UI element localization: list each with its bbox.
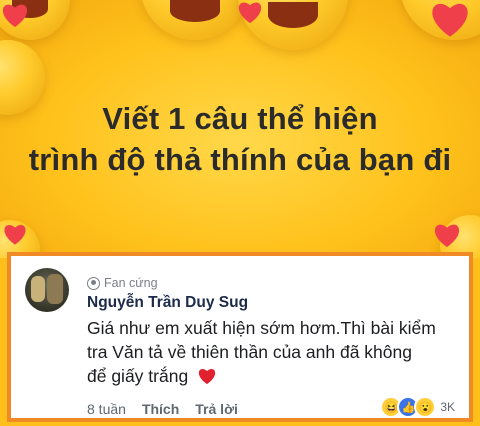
wow-icon: 😮 bbox=[414, 396, 437, 418]
heart-top-left-icon bbox=[2, 4, 28, 28]
heart-top-center-icon bbox=[238, 2, 262, 24]
comment-line-2: tra Văn tả về thiên thần của anh đã khôn… bbox=[87, 342, 412, 362]
comment-line-3-row: để giấy trắng bbox=[87, 364, 457, 388]
comment-text: Giá như em xuất hiện sớm hơm.Thì bài kiể… bbox=[87, 316, 457, 388]
banner-line-1: Viết 1 câu thể hiện bbox=[102, 101, 378, 136]
comment-time[interactable]: 8 tuần bbox=[87, 401, 126, 417]
comment-panel: Fan cứng Nguyễn Trần Duy Sug Giá như em … bbox=[7, 252, 473, 422]
comment-line-1: Giá như em xuất hiện sớm hơm.Thì bài kiể… bbox=[87, 318, 436, 338]
emoji-top-center-icon bbox=[140, 0, 250, 40]
red-heart-icon bbox=[198, 369, 216, 385]
comment-line-3: để giấy trắng bbox=[87, 366, 189, 386]
banner-headline: Viết 1 câu thể hiện trình độ thả thính c… bbox=[0, 98, 480, 180]
banner-line-2: trình độ thả thính của bạn đi bbox=[28, 142, 452, 177]
reply-button[interactable]: Trả lời bbox=[195, 401, 238, 417]
avatar[interactable] bbox=[25, 268, 69, 312]
comment-author[interactable]: Nguyễn Trần Duy Sug bbox=[87, 294, 248, 312]
reaction-summary[interactable]: 😆 👍 😮 3K bbox=[380, 396, 455, 418]
banner-image: Viết 1 câu thể hiện trình độ thả thính c… bbox=[0, 0, 480, 258]
fan-badge: Fan cứng bbox=[87, 276, 158, 290]
fan-badge-label: Fan cứng bbox=[104, 276, 158, 290]
fan-badge-icon bbox=[87, 276, 100, 290]
comment-actions: 8 tuần Thích Trả lời bbox=[87, 401, 238, 417]
reaction-count: 3K bbox=[440, 400, 455, 414]
like-button[interactable]: Thích bbox=[142, 401, 179, 417]
heart-bottom-left-icon bbox=[4, 224, 26, 245]
heart-top-right-icon bbox=[432, 3, 468, 37]
heart-bottom-right-icon bbox=[434, 224, 460, 248]
